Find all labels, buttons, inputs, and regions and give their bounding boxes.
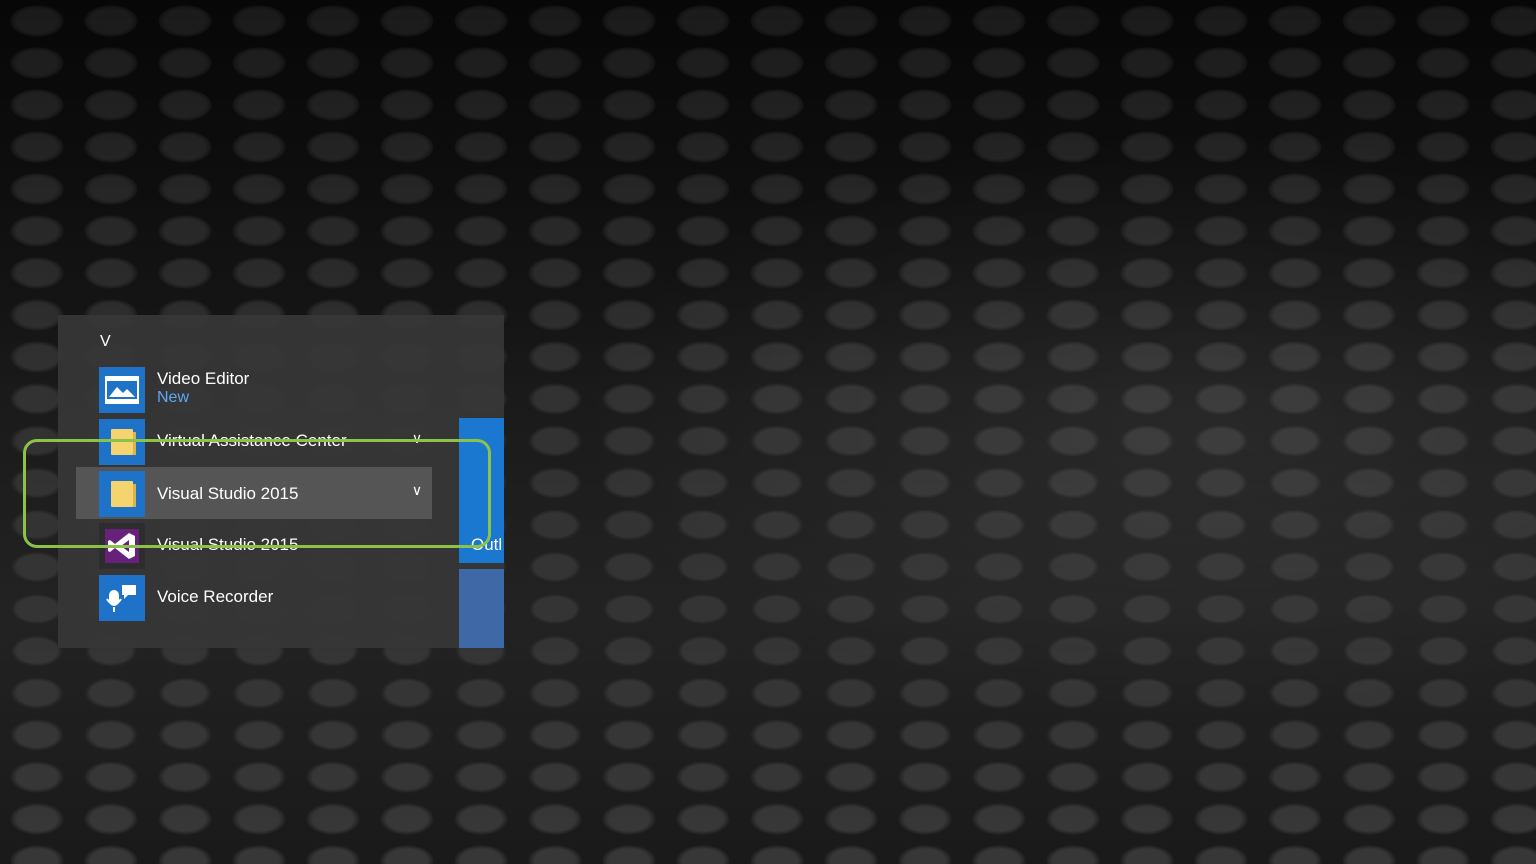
start-menu-app-list: V Video Editor New Virtual Assistance Ce… <box>58 315 504 648</box>
voice-recorder-icon <box>99 575 145 621</box>
outlook-tile[interactable]: Outl <box>459 418 504 563</box>
chevron-down-icon[interactable]: ∨ <box>410 431 424 445</box>
chevron-down-icon[interactable]: ∨ <box>410 483 424 497</box>
app-label: Virtual Assistance Center <box>157 431 347 450</box>
app-item-voice-recorder[interactable]: Voice Recorder <box>76 571 432 623</box>
app-item-visual-studio-2015-folder[interactable]: Visual Studio 2015 ∨ <box>76 467 432 519</box>
app-item-virtual-assistance-center[interactable]: Virtual Assistance Center ∨ <box>76 415 432 467</box>
app-tile[interactable] <box>459 569 504 648</box>
tile-label: Outl <box>471 535 503 554</box>
visual-studio-icon <box>99 523 145 569</box>
app-label: Visual Studio 2015 <box>157 484 299 503</box>
section-letter-v[interactable]: V <box>100 333 111 351</box>
folder-icon <box>99 471 145 517</box>
app-label: Voice Recorder <box>157 587 274 606</box>
video-editor-icon <box>99 367 145 413</box>
app-label: Video Editor <box>157 369 250 388</box>
app-item-visual-studio-2015[interactable]: Visual Studio 2015 <box>76 519 432 571</box>
app-label: Visual Studio 2015 <box>157 535 299 554</box>
new-badge: New <box>157 389 190 406</box>
app-item-video-editor[interactable]: Video Editor New <box>76 363 432 415</box>
folder-icon <box>99 419 145 465</box>
